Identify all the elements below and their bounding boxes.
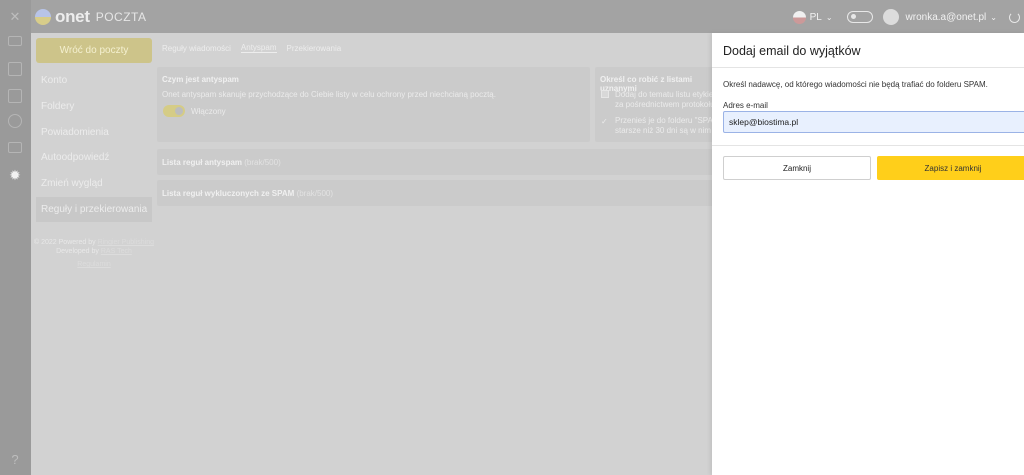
footer-powered-link[interactable]: Ringier Publishing [98,239,154,246]
avatar[interactable] [882,9,899,25]
back-to-mail-button[interactable]: Wróć do poczty [36,38,152,63]
drawer-description: Określ nadawcę, od którego wiadomości ni… [723,80,988,89]
excluded-rules-label: Lista reguł wykluczonych ze SPAM [162,189,295,198]
mail-icon[interactable] [8,36,22,46]
chevron-down-icon[interactable]: ⌄ [826,13,833,22]
sidebar-item-folders[interactable]: Foldery [36,94,152,119]
close-icon[interactable]: ✕ [8,10,22,24]
antispam-rules-title: Lista reguł antyspam (brak/500) [162,158,281,167]
footer-developed-link[interactable]: RAS Tech [101,248,132,255]
sidebar-item-rules[interactable]: Reguły i przekierowania [36,197,152,222]
save-and-close-button[interactable]: Zapisz i zamknij [877,156,1024,180]
footer-developed-text: Developed by [56,248,99,255]
spam-move-option-line1: Przenieś je do folderu "SPAM [615,116,720,125]
chevron-down-icon[interactable]: ⌄ [990,13,997,22]
onet-logo[interactable]: onet POCZTA [35,7,147,26]
antispam-panel: Czym jest antyspam Onet antyspam skanuje… [157,67,590,142]
settings-sidebar: Wróć do poczty Konto Foldery Powiadomien… [31,33,157,475]
help-icon[interactable]: ? [8,453,22,467]
flag-icon [792,10,806,24]
drawer-title: Dodaj email do wyjątków [723,44,861,58]
footer-regulations: Regulamin [31,261,157,268]
close-button[interactable]: Zamknij [723,156,871,180]
tab-forwarding[interactable]: Przekierowania [287,44,342,53]
email-field[interactable] [723,111,1024,133]
settings-icon[interactable]: ✹ [8,168,22,182]
sidebar-item-appearance[interactable]: Zmień wygląd [36,171,152,196]
excluded-rules-count: (brak/500) [296,189,334,198]
footer-powered: © 2022 Powered by Ringier Publishing [31,239,157,246]
drawer-divider [712,67,1024,68]
logo-text: onet [55,7,90,26]
footer-powered-text: © 2022 Powered by [34,239,96,246]
tag-icon[interactable] [8,114,22,128]
spam-move-option-line2: starsze niż 30 dni są w nim a [615,126,718,135]
excluded-rules-title: Lista reguł wykluczonych ze SPAM (brak/5… [162,189,333,198]
top-right-controls: PL ⌄ wronka.a@onet.pl ⌄ [792,8,1024,26]
antispam-title: Czym jest antyspam [162,75,239,84]
app-rail: ✕ ✹ ? [0,0,31,475]
email-field-label: Adres e-mail [723,101,768,110]
antispam-rules-count: (brak/500) [244,158,281,167]
language-selector[interactable]: PL [810,12,822,23]
add-exception-drawer: Dodaj email do wyjątków Określ nadawcę, … [712,33,1024,475]
regulations-link[interactable]: Regulamin [77,261,110,268]
excluded-rules-list[interactable]: Lista reguł wykluczonych ze SPAM (brak/5… [157,180,717,206]
power-icon[interactable] [1009,11,1020,23]
antispam-switch[interactable] [163,105,185,117]
sidebar-item-account[interactable]: Konto [36,68,152,93]
spam-tag-checkbox[interactable] [601,90,609,98]
footer-developed: Developed by RAS Tech [31,248,157,255]
spam-tag-option-line2: za pośrednictwem protokołu [615,100,715,109]
settings-tabs: Reguły wiadomości Antyspam Przekierowani… [162,33,351,63]
sidebar-item-autoreply[interactable]: Autoodpowiedź [36,145,152,170]
sidebar-item-notifications[interactable]: Powiadomienia [36,120,152,145]
theme-toggle[interactable] [846,11,873,23]
contacts-icon[interactable] [8,89,22,103]
files-icon[interactable] [8,142,22,153]
tab-antispam[interactable]: Antyspam [240,43,277,53]
tab-message-rules[interactable]: Reguły wiadomości [162,44,231,53]
calendar-icon[interactable] [8,62,22,76]
user-email[interactable]: wronka.a@onet.pl [906,12,987,23]
antispam-rules-label: Lista reguł antyspam [162,158,243,167]
drawer-divider [712,145,1024,146]
antispam-rules-list[interactable]: Lista reguł antyspam (brak/500) [157,149,717,175]
spam-tag-option-line1: Dodaj do tematu listu etykiet [615,90,716,99]
spam-actions-panel: Określ co robić z listami uznanymi Dodaj… [595,67,720,142]
check-icon: ✓ [601,117,608,126]
onet-logo-icon [35,9,51,25]
top-bar: onet POCZTA PL ⌄ wronka.a@onet.pl ⌄ [31,0,1024,33]
antispam-switch-label: Włączony [191,107,226,116]
antispam-description: Onet antyspam skanuje przychodzące do Ci… [162,90,496,99]
logo-product: POCZTA [95,10,147,24]
